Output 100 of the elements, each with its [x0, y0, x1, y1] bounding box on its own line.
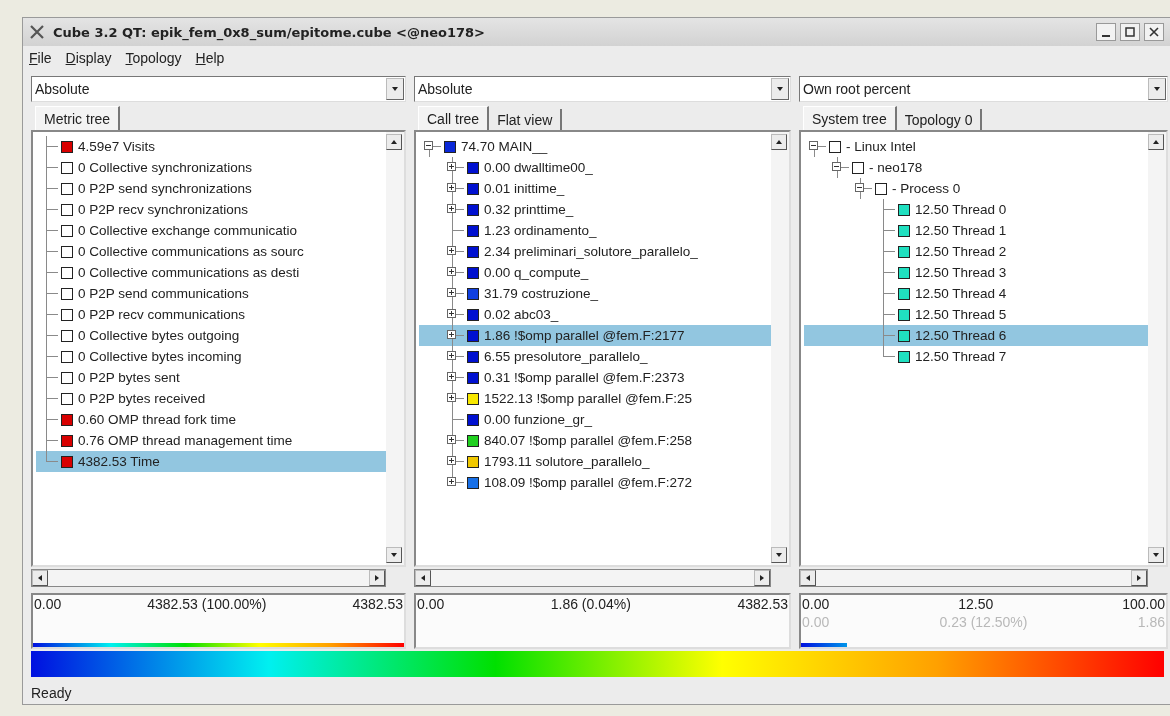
scale-max: 1.86: [1137, 613, 1165, 631]
tree-item[interactable]: - Linux Intel: [804, 136, 1148, 157]
tree-item[interactable]: 0 P2P send synchronizations: [36, 178, 386, 199]
scroll-right-button[interactable]: [1131, 570, 1147, 586]
collapse-toggle[interactable]: [832, 162, 841, 171]
scale-min: 0.00: [417, 595, 445, 613]
tree-item[interactable]: 0 Collective synchronizations: [36, 157, 386, 178]
tree-item[interactable]: 12.50 Thread 0: [804, 199, 1148, 220]
scroll-left-button[interactable]: [32, 570, 48, 586]
tree-item[interactable]: 0 Collective exchange communicatio: [36, 220, 386, 241]
expand-toggle[interactable]: [447, 183, 456, 192]
tree-item[interactable]: 0 Collective communications as sourc: [36, 241, 386, 262]
tree-item[interactable]: 0.02 abc03_: [419, 304, 771, 325]
tree-item[interactable]: 0.00 funzione_gr_: [419, 409, 771, 430]
x-logo-icon: [29, 24, 45, 40]
scroll-left-button[interactable]: [800, 570, 816, 586]
tree-item[interactable]: 1.86 !$omp parallel @fem.F:2177: [419, 325, 771, 346]
tree-item[interactable]: 12.50 Thread 4: [804, 283, 1148, 304]
expand-toggle[interactable]: [447, 393, 456, 402]
mode-dropdown[interactable]: Absolute: [31, 76, 406, 102]
tree-item[interactable]: 0 P2P bytes sent: [36, 367, 386, 388]
tree-item[interactable]: 108.09 !$omp parallel @fem.F:272: [419, 472, 771, 493]
tree-item[interactable]: 0.01 inittime_: [419, 178, 771, 199]
close-button[interactable]: [1144, 23, 1164, 41]
tree-item[interactable]: 4.59e7 Visits: [36, 136, 386, 157]
horizontal-scrollbar[interactable]: [414, 569, 771, 587]
expand-toggle[interactable]: [447, 456, 456, 465]
tree-item[interactable]: 2.34 preliminari_solutore_parallelo_: [419, 241, 771, 262]
scale-max: 4382.53: [352, 595, 403, 613]
scale-value: 12.50: [958, 595, 994, 613]
tree-item[interactable]: 0 Collective bytes incoming: [36, 346, 386, 367]
tree-item[interactable]: 0 P2P recv synchronizations: [36, 199, 386, 220]
tab[interactable]: Call tree: [418, 106, 490, 130]
horizontal-scrollbar[interactable]: [799, 569, 1148, 587]
tree-item[interactable]: 0 P2P recv communications: [36, 304, 386, 325]
scroll-up-button[interactable]: [386, 134, 402, 150]
tree-item[interactable]: 0.31 !$omp parallel @fem.F:2373: [419, 367, 771, 388]
scale-max: 4382.53: [737, 595, 788, 613]
expand-toggle[interactable]: [447, 267, 456, 276]
tree-item[interactable]: 31.79 costruzione_: [419, 283, 771, 304]
expand-toggle[interactable]: [447, 162, 456, 171]
horizontal-scrollbar[interactable]: [31, 569, 386, 587]
tab[interactable]: System tree: [803, 106, 897, 130]
expand-toggle[interactable]: [447, 246, 456, 255]
collapse-toggle[interactable]: [809, 141, 818, 150]
scale-max: 100.00: [1122, 595, 1165, 613]
scale-value: 1.86 (0.04%): [550, 595, 631, 613]
collapse-toggle[interactable]: [424, 141, 433, 150]
menu-item[interactable]: Help: [195, 50, 225, 66]
tree-item[interactable]: 4382.53 Time: [36, 451, 386, 472]
maximize-button[interactable]: [1120, 23, 1140, 41]
tree-item[interactable]: 1793.11 solutore_parallelo_: [419, 451, 771, 472]
expand-toggle[interactable]: [447, 330, 456, 339]
tree-item[interactable]: 0.00 dwalltime00_: [419, 157, 771, 178]
scroll-right-button[interactable]: [754, 570, 770, 586]
collapse-toggle[interactable]: [855, 183, 864, 192]
tree-item[interactable]: 0 Collective bytes outgoing: [36, 325, 386, 346]
expand-toggle[interactable]: [447, 309, 456, 318]
tree-item[interactable]: 1.23 ordinamento_: [419, 220, 771, 241]
tree-item[interactable]: 6.55 presolutore_parallelo_: [419, 346, 771, 367]
tree-item[interactable]: 0.76 OMP thread management time: [36, 430, 386, 451]
tree-item[interactable]: 12.50 Thread 6: [804, 325, 1148, 346]
tree-item[interactable]: 0.32 printtime_: [419, 199, 771, 220]
expand-toggle[interactable]: [447, 372, 456, 381]
tree-item[interactable]: 74.70 MAIN__: [419, 136, 771, 157]
maximize-icon: [1125, 27, 1135, 37]
expand-toggle[interactable]: [447, 435, 456, 444]
menu-item[interactable]: File: [29, 50, 52, 66]
scroll-up-button[interactable]: [1148, 134, 1164, 150]
scroll-up-button[interactable]: [771, 134, 787, 150]
tree-item[interactable]: 12.50 Thread 7: [804, 346, 1148, 367]
tree-item[interactable]: 12.50 Thread 2: [804, 241, 1148, 262]
tree-item[interactable]: 0.00 q_compute_: [419, 262, 771, 283]
tree-item[interactable]: 1522.13 !$omp parallel @fem.F:25: [419, 388, 771, 409]
menu-item[interactable]: Display: [65, 50, 112, 66]
expand-toggle[interactable]: [447, 288, 456, 297]
mode-dropdown[interactable]: Absolute: [414, 76, 791, 102]
tree-item[interactable]: 0 P2P send communications: [36, 283, 386, 304]
mode-dropdown[interactable]: Own root percent: [799, 76, 1168, 102]
tree-item[interactable]: 12.50 Thread 5: [804, 304, 1148, 325]
tree-item[interactable]: 0 Collective communications as desti: [36, 262, 386, 283]
tree-item[interactable]: 12.50 Thread 3: [804, 262, 1148, 283]
tree-item[interactable]: 0.60 OMP thread fork time: [36, 409, 386, 430]
expand-toggle[interactable]: [447, 204, 456, 213]
tree-item[interactable]: 12.50 Thread 1: [804, 220, 1148, 241]
menu-item[interactable]: Topology: [125, 50, 182, 66]
expand-toggle[interactable]: [447, 477, 456, 486]
scroll-down-button[interactable]: [771, 547, 787, 563]
scroll-down-button[interactable]: [386, 547, 402, 563]
scroll-down-button[interactable]: [1148, 547, 1164, 563]
expand-toggle[interactable]: [447, 351, 456, 360]
tree-item[interactable]: 0 P2P bytes received: [36, 388, 386, 409]
scroll-left-button[interactable]: [415, 570, 431, 586]
tree-item[interactable]: 840.07 !$omp parallel @fem.F:258: [419, 430, 771, 451]
tree-item[interactable]: - neo178: [804, 157, 1148, 178]
minimize-icon: [1102, 35, 1110, 37]
tree-item[interactable]: - Process 0: [804, 178, 1148, 199]
scroll-right-button[interactable]: [369, 570, 385, 586]
tab[interactable]: Metric tree: [35, 106, 121, 130]
minimize-button[interactable]: [1096, 23, 1116, 41]
